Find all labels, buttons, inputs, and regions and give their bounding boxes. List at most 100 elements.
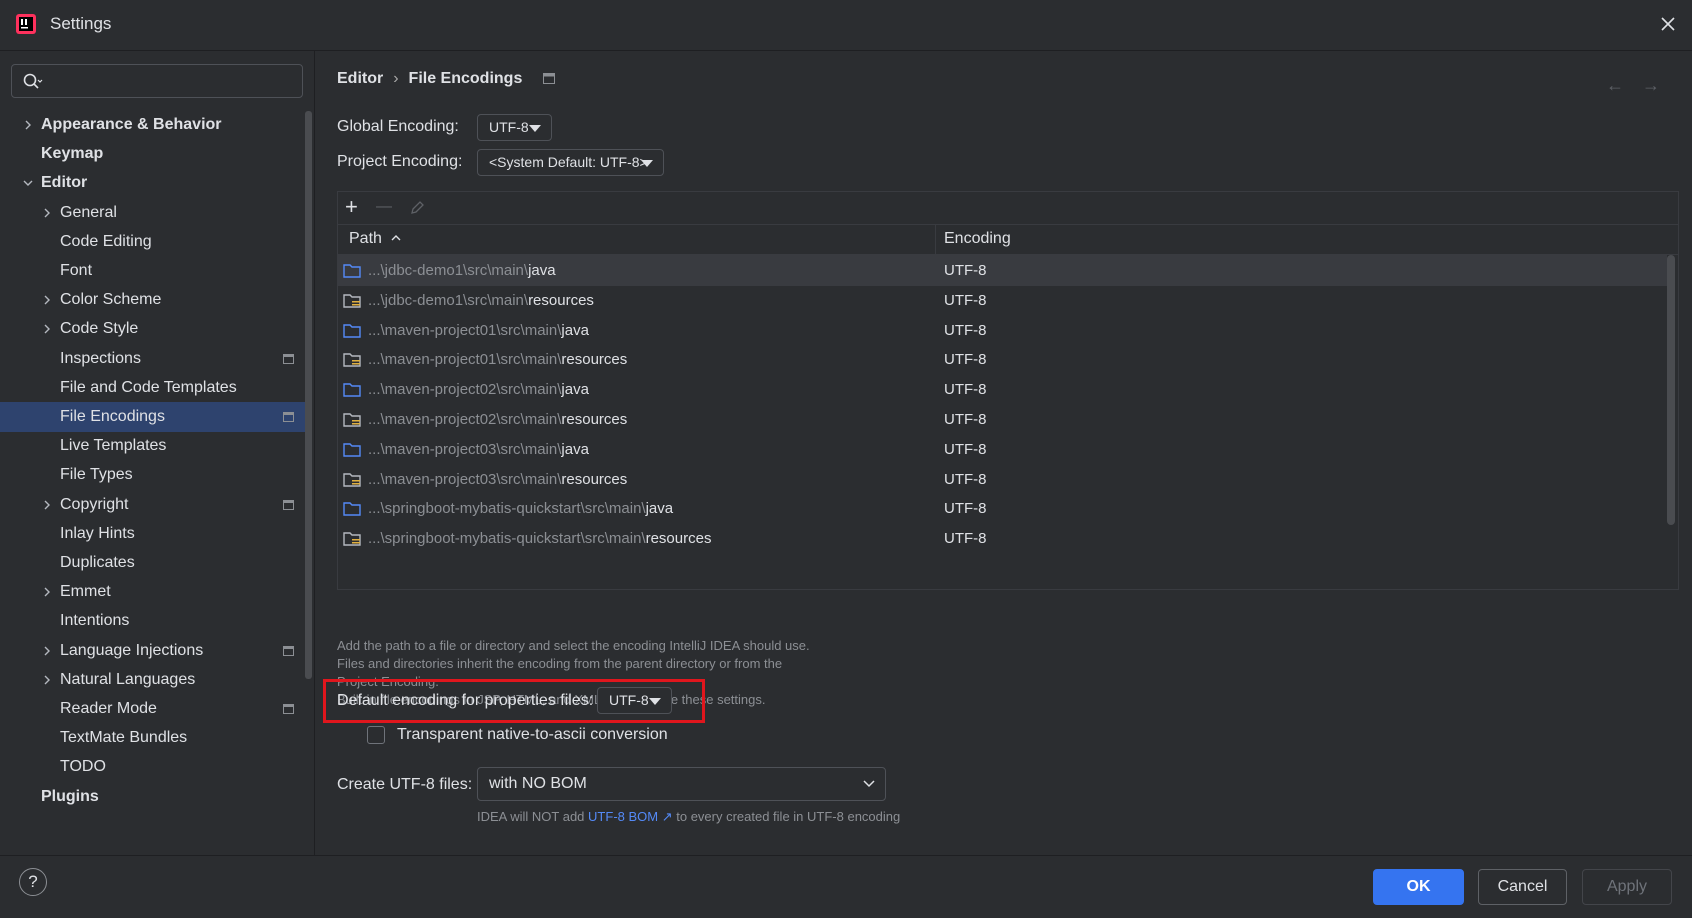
row-encoding[interactable]: UTF-8 <box>944 374 987 405</box>
native-to-ascii-checkbox[interactable] <box>367 726 385 744</box>
row-encoding[interactable]: UTF-8 <box>944 464 987 495</box>
sidebar-item-duplicates[interactable]: Duplicates <box>0 548 305 578</box>
title-bar: Settings <box>0 0 1692 51</box>
sort-ascending-icon <box>391 235 401 241</box>
cancel-button[interactable]: Cancel <box>1478 869 1567 905</box>
table-scrollbar[interactable] <box>1667 255 1675 525</box>
sidebar-item-live-templates[interactable]: Live Templates <box>0 431 305 461</box>
row-encoding[interactable]: UTF-8 <box>944 285 987 316</box>
sidebar-item-natural-languages[interactable]: Natural Languages <box>0 665 305 695</box>
sidebar-item-intentions[interactable]: Intentions <box>0 606 305 636</box>
back-arrow-icon[interactable]: ← <box>1606 75 1642 95</box>
sidebar-item-plugins[interactable]: Plugins <box>0 782 305 812</box>
chevron-right-icon[interactable] <box>23 120 33 130</box>
sidebar-item-label: File Encodings <box>60 408 165 425</box>
sidebar-item-editor[interactable]: Editor <box>0 168 305 198</box>
sidebar-item-textmate-bundles[interactable]: TextMate Bundles <box>0 723 305 753</box>
row-path: ...\springboot-mybatis-quickstart\src\ma… <box>368 493 673 524</box>
chevron-right-icon[interactable] <box>42 646 52 656</box>
add-icon[interactable]: + <box>345 195 358 219</box>
row-path: ...\maven-project03\src\main\java <box>368 434 589 465</box>
sidebar-item-file-and-code-templates[interactable]: File and Code Templates <box>0 373 305 403</box>
remove-icon[interactable]: — <box>376 195 392 219</box>
table-toolbar: + — <box>338 192 1678 225</box>
resources-folder-icon <box>343 532 361 546</box>
sidebar-item-color-scheme[interactable]: Color Scheme <box>0 285 305 315</box>
chevron-right-icon[interactable] <box>42 500 52 510</box>
help-button[interactable]: ? <box>19 868 47 896</box>
row-encoding[interactable]: UTF-8 <box>944 255 987 286</box>
chevron-down-icon[interactable] <box>23 178 33 188</box>
row-encoding[interactable]: UTF-8 <box>944 404 987 435</box>
dropdown-caret-icon <box>641 160 653 167</box>
chevron-right-icon[interactable] <box>42 295 52 305</box>
breadcrumb-parent[interactable]: Editor <box>337 70 383 87</box>
row-encoding[interactable]: UTF-8 <box>944 434 987 465</box>
chevron-right-icon[interactable] <box>42 324 52 334</box>
utf8-bom-link[interactable]: UTF-8 BOM ↗ <box>588 809 673 824</box>
folder-icon <box>343 383 361 397</box>
table-row[interactable]: ...\jdbc-demo1\src\main\java UTF-8 <box>338 255 1667 286</box>
sidebar-item-appearance-behavior[interactable]: Appearance & Behavior <box>0 110 305 140</box>
close-icon[interactable] <box>1656 12 1680 36</box>
row-encoding[interactable]: UTF-8 <box>944 344 987 375</box>
chevron-down-icon <box>863 780 875 788</box>
table-row[interactable]: ...\maven-project03\src\main\java UTF-8 <box>338 434 1667 465</box>
edit-pencil-icon[interactable] <box>409 200 425 216</box>
sidebar-item-font[interactable]: Font <box>0 256 305 286</box>
column-header-encoding[interactable]: Encoding <box>944 224 1011 254</box>
forward-arrow-icon[interactable]: → <box>1642 75 1678 95</box>
sidebar-item-label: Intentions <box>60 612 130 630</box>
search-input[interactable] <box>11 64 303 98</box>
row-path-name: java <box>561 381 589 399</box>
table-row[interactable]: ...\springboot-mybatis-quickstart\src\ma… <box>338 493 1667 524</box>
sidebar-item-inspections[interactable]: Inspections <box>0 344 305 374</box>
ok-button[interactable]: OK <box>1373 869 1464 905</box>
sidebar-item-reader-mode[interactable]: Reader Mode <box>0 694 305 724</box>
row-path-parent: ...\maven-project03\src\main\ <box>368 470 562 488</box>
table-row[interactable]: ...\maven-project02\src\main\java UTF-8 <box>338 374 1667 405</box>
global-encoding-dropdown[interactable]: UTF-8 <box>477 114 552 141</box>
chevron-right-icon[interactable] <box>42 675 52 685</box>
row-encoding[interactable]: UTF-8 <box>944 523 987 554</box>
row-encoding[interactable]: UTF-8 <box>944 493 987 524</box>
row-path-parent: ...\jdbc-demo1\src\main\ <box>368 291 529 309</box>
table-row[interactable]: ...\maven-project01\src\main\java UTF-8 <box>338 315 1667 346</box>
sidebar-item-label: Code Editing <box>60 232 152 250</box>
resources-folder-icon <box>343 294 361 308</box>
path-encoding-table: + — Path Encoding ...\jdbc-demo1\src\mai… <box>337 191 1679 590</box>
properties-encoding-dropdown[interactable]: UTF-8 <box>597 687 672 714</box>
sidebar-item-file-types[interactable]: File Types <box>0 460 305 490</box>
sidebar-item-code-style[interactable]: Code Style <box>0 314 305 344</box>
chevron-right-icon[interactable] <box>42 208 52 218</box>
row-path-name: java <box>645 500 674 518</box>
sidebar-item-file-encodings[interactable]: File Encodings <box>0 402 305 432</box>
table-row[interactable]: ...\maven-project01\src\main\resources UT… <box>338 344 1667 375</box>
sidebar-item-copyright[interactable]: Copyright <box>0 490 305 520</box>
column-header-path[interactable]: Path <box>349 224 402 254</box>
apply-button[interactable]: Apply <box>1582 869 1672 905</box>
sidebar-item-emmet[interactable]: Emmet <box>0 577 305 607</box>
project-encoding-dropdown[interactable]: <System Default: UTF-8> <box>477 149 664 176</box>
sidebar-item-todo[interactable]: TODO <box>0 752 305 782</box>
create-utf8-dropdown[interactable]: with NO BOM <box>477 767 886 801</box>
table-row[interactable]: ...\maven-project02\src\main\resources UT… <box>338 404 1667 435</box>
chevron-right-icon[interactable] <box>42 587 52 597</box>
sidebar-item-keymap[interactable]: Keymap <box>0 139 305 169</box>
sidebar-scrollbar[interactable] <box>305 111 312 679</box>
path-header-label: Path <box>349 230 382 247</box>
table-row[interactable]: ...\maven-project03\src\main\resources UT… <box>338 464 1667 495</box>
sidebar-item-label: Natural Languages <box>60 670 196 688</box>
sidebar-item-code-editing[interactable]: Code Editing <box>0 227 305 257</box>
column-divider[interactable] <box>935 224 936 254</box>
hint-line: Files and directories inherit the encodi… <box>337 656 783 671</box>
bom-note-suffix: to every created file in UTF-8 encoding <box>676 809 901 824</box>
row-encoding[interactable]: UTF-8 <box>944 315 987 346</box>
row-path-parent: ...\maven-project01\src\main\ <box>368 321 562 339</box>
global-encoding-value: UTF-8 <box>489 119 529 135</box>
sidebar-item-general[interactable]: General <box>0 198 305 228</box>
table-row[interactable]: ...\jdbc-demo1\src\main\resources UTF-8 <box>338 285 1667 316</box>
sidebar-item-language-injections[interactable]: Language Injections <box>0 636 305 666</box>
table-row[interactable]: ...\springboot-mybatis-quickstart\src\ma… <box>338 523 1667 554</box>
sidebar-item-inlay-hints[interactable]: Inlay Hints <box>0 519 305 549</box>
